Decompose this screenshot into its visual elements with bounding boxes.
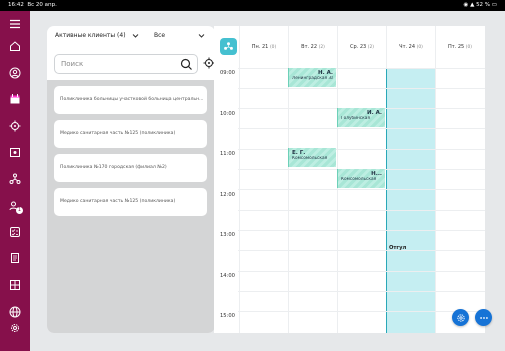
schedule-icon[interactable] [7,144,23,160]
day-header[interactable]: Чт. 24 (0) [386,26,435,68]
gear-icon [456,313,465,322]
search-input[interactable]: Поиск [54,54,198,74]
time-label: 13:00 [220,232,235,238]
team-icon [224,42,233,50]
calendar-event[interactable]: И. А. Голубинская [337,108,385,127]
calendar-panel: Пн. 21 (0) Вт. 22 (2) Ср. 23 (2) Чт. 24 … [214,26,485,333]
location-icon[interactable] [7,118,23,134]
grid-line [238,291,485,292]
day-header[interactable]: Вт. 22 (2) [288,26,337,68]
grid-line [238,128,485,129]
book-icon[interactable] [7,250,23,266]
grid-line [238,149,485,150]
day-header[interactable]: Пн. 21 (0) [239,26,288,68]
grid-line [238,189,485,190]
status-time: 16:42 Вс 20 апр. [8,2,57,8]
day-header[interactable]: Ср. 23 (2) [337,26,386,68]
client-list: Поликлиника больницы участковой больница… [47,80,215,333]
day-off-label: Отгул [389,245,407,251]
client-card[interactable]: Медико санитарная часть №125 (поликлиник… [54,188,207,216]
app-window: 1 Активные клиенты (4) Все Поиск Поликли… [0,11,505,351]
grid-line [238,230,485,231]
calendar-icon[interactable] [7,91,23,107]
grid-line [238,210,485,211]
status-bar: 16:42 Вс 20 апр. ◉ ▲ 52 % ▭ [0,0,505,11]
users-badge: 1 [16,207,23,214]
search-placeholder: Поиск [61,60,84,68]
clients-panel: Активные клиенты (4) Все Поиск Поликлини… [47,26,215,333]
grid-line [238,68,485,69]
day-header[interactable]: Пт. 25 (0) [435,26,484,68]
users-icon[interactable]: 1 [7,198,23,214]
clients-filter-dropdown[interactable]: Активные клиенты (4) [55,32,126,39]
sidebar: 1 [0,11,30,351]
more-icon [479,316,488,319]
calendar-event[interactable]: Н. А. Ленинградская Заречн... [288,68,336,87]
grid-line [238,88,485,89]
chevron-down-icon[interactable] [131,31,140,40]
home-icon[interactable] [7,38,23,54]
calendar-event[interactable]: Е. Г. Комсомольская [288,148,336,167]
time-label: 15:00 [220,313,235,319]
checklist-icon[interactable] [7,224,23,240]
network-icon[interactable] [7,171,23,187]
time-label: 09:00 [220,70,235,76]
client-card[interactable]: Поликлиника №170 городская (филиал №2) [54,154,207,182]
time-label: 14:00 [220,273,235,279]
team-view-button[interactable] [220,38,237,55]
time-label: 11:00 [220,151,235,157]
grid-icon[interactable] [7,277,23,293]
grid-line [238,271,485,272]
grid-line [238,311,485,312]
grid-line [238,250,485,251]
status-battery: ◉ ▲ 52 % ▭ [463,2,497,8]
globe-icon[interactable] [7,304,23,320]
time-label: 12:00 [220,192,235,198]
chevron-down-icon[interactable] [197,31,206,40]
settings-fab-button[interactable] [452,309,469,326]
client-card[interactable]: Поликлиника больницы участковой больница… [54,86,207,114]
scope-dropdown[interactable]: Все [154,32,165,39]
calendar-event[interactable]: Н... Комсомольская [337,169,385,188]
time-label: 10:00 [220,111,235,117]
search-icon[interactable] [180,58,193,71]
user-icon[interactable] [7,65,23,81]
menu-icon[interactable] [7,16,23,32]
settings-icon[interactable] [7,320,23,336]
more-fab-button[interactable] [475,309,492,326]
client-card[interactable]: Медико санитарная часть №125 (поликлиник… [54,120,207,148]
